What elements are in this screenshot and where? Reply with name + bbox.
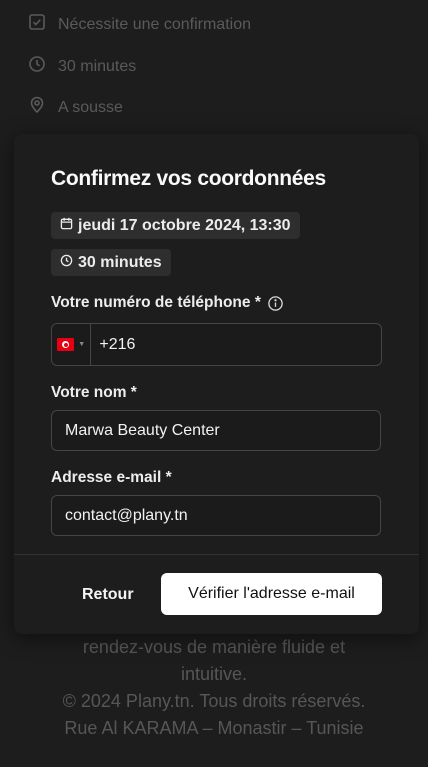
name-input[interactable] xyxy=(52,421,380,440)
phone-field: ▼ xyxy=(51,323,382,366)
duration-chip: 30 minutes xyxy=(51,249,171,276)
date-chip-text: jeudi 17 octobre 2024, 13:30 xyxy=(78,216,291,234)
country-code-select[interactable]: ▼ xyxy=(52,324,92,365)
back-button[interactable]: Retour xyxy=(74,580,169,610)
confirm-details-dialog: Confirmez vos coordonnées jeudi 17 octob… xyxy=(14,134,419,634)
calendar-icon xyxy=(60,217,73,235)
info-icon[interactable] xyxy=(267,295,284,312)
date-chip: jeudi 17 octobre 2024, 13:30 xyxy=(51,212,300,239)
dialog-title: Confirmez vos coordonnées xyxy=(51,167,326,190)
phone-input[interactable] xyxy=(91,335,381,354)
duration-chip-text: 30 minutes xyxy=(78,253,162,271)
verify-email-button[interactable]: Vérifier l'adresse e-mail xyxy=(161,573,382,615)
name-label: Votre nom * xyxy=(51,384,137,401)
email-input[interactable] xyxy=(52,506,380,525)
tunisia-flag-icon xyxy=(57,338,75,351)
footer-divider xyxy=(14,554,419,555)
chevron-down-icon: ▼ xyxy=(78,341,86,348)
email-label: Adresse e-mail * xyxy=(51,469,172,486)
phone-label-text: Votre numéro de téléphone * xyxy=(51,294,261,311)
phone-label: Votre numéro de téléphone * xyxy=(51,294,284,312)
clock-icon xyxy=(60,254,73,272)
email-field xyxy=(51,495,381,536)
name-field xyxy=(51,410,381,451)
